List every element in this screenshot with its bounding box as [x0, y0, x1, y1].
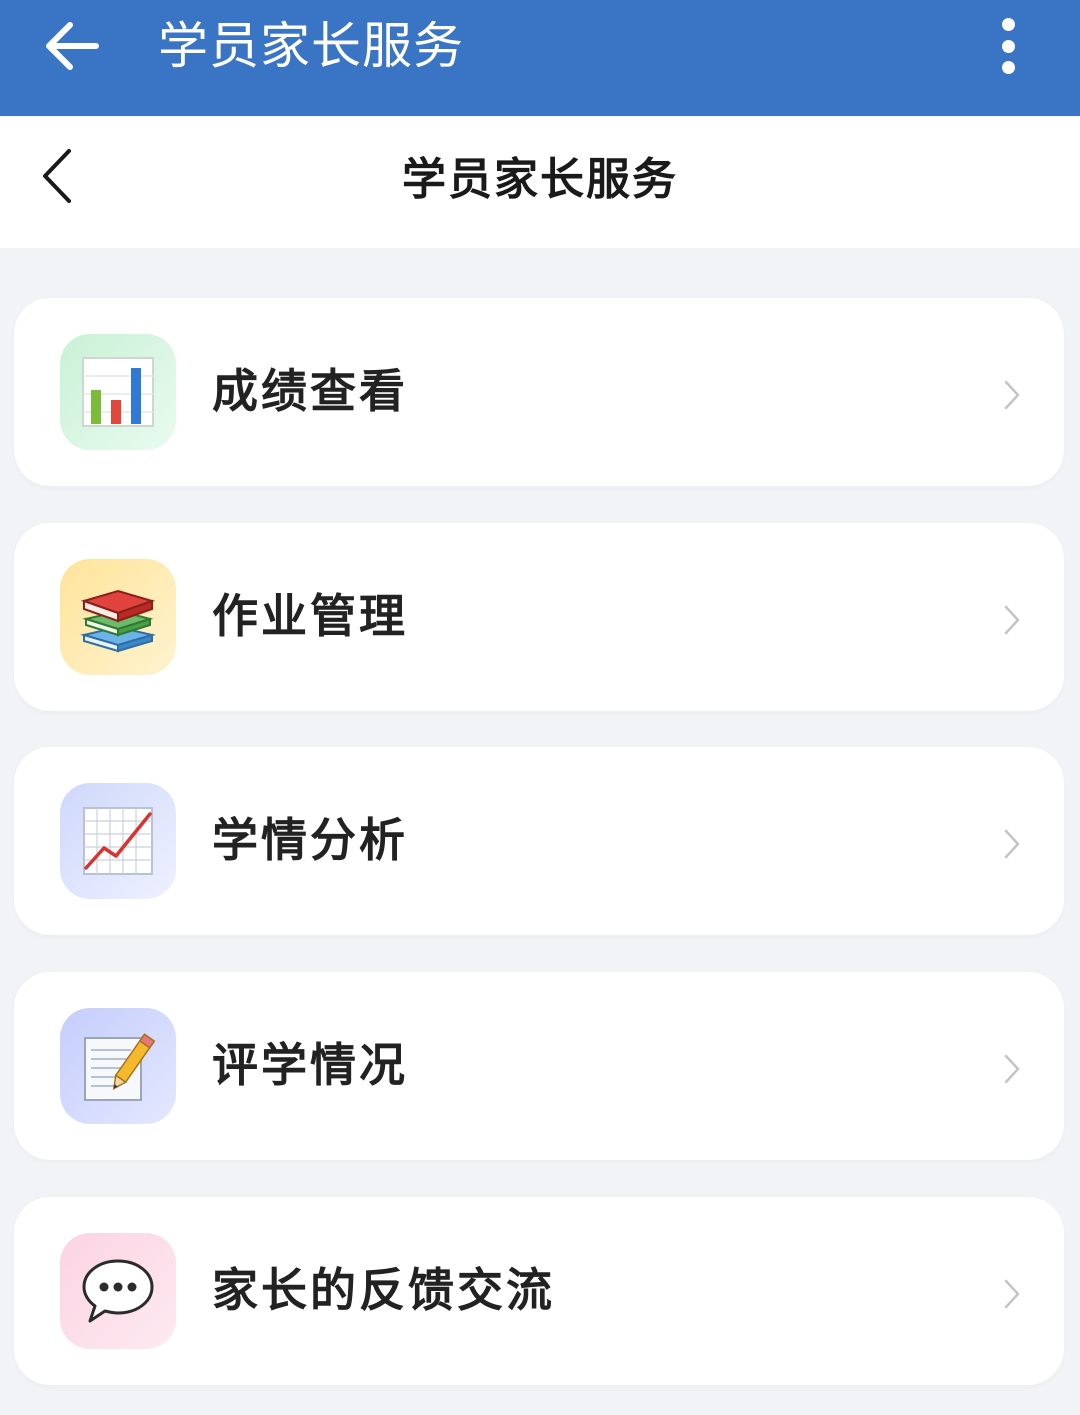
app-screen: 学员家长服务 学员家长服务 成绩查看 作业管理 学情分析 评学情况 家长的反馈交…: [0, 0, 1080, 1415]
chevron-right-icon: [1004, 829, 1020, 859]
trend-chart-icon: [60, 783, 176, 899]
bar-chart-icon: [60, 334, 176, 450]
menu-item-parent-feedback[interactable]: 家长的反馈交流: [14, 1197, 1064, 1385]
chevron-right-icon: [1004, 380, 1020, 410]
page-header: 学员家长服务: [0, 116, 1080, 248]
menu-item-evaluation[interactable]: 评学情况: [14, 972, 1064, 1160]
app-bar-title: 学员家长服务: [158, 17, 464, 75]
menu-item-label: 作业管理: [212, 589, 408, 643]
menu-item-label: 评学情况: [212, 1038, 408, 1092]
top-app-bar: 学员家长服务: [0, 0, 1080, 116]
arrow-left-icon[interactable]: [40, 18, 104, 74]
page-title: 学员家长服务: [402, 154, 678, 205]
chevron-right-icon: [1004, 1279, 1020, 1309]
chevron-right-icon: [1004, 1054, 1020, 1084]
menu-item-label: 成绩查看: [212, 364, 408, 418]
menu-item-label: 家长的反馈交流: [212, 1263, 555, 1317]
menu-item-label: 学情分析: [212, 813, 408, 867]
speech-bubble-icon: [60, 1233, 176, 1349]
menu-item-homework[interactable]: 作业管理: [14, 523, 1064, 711]
chevron-right-icon: [1004, 605, 1020, 635]
more-vertical-icon[interactable]: [990, 14, 1026, 78]
memo-pencil-icon: [60, 1008, 176, 1124]
menu-item-grades[interactable]: 成绩查看: [14, 298, 1064, 486]
menu-item-learning-analysis[interactable]: 学情分析: [14, 747, 1064, 935]
books-icon: [60, 559, 176, 675]
